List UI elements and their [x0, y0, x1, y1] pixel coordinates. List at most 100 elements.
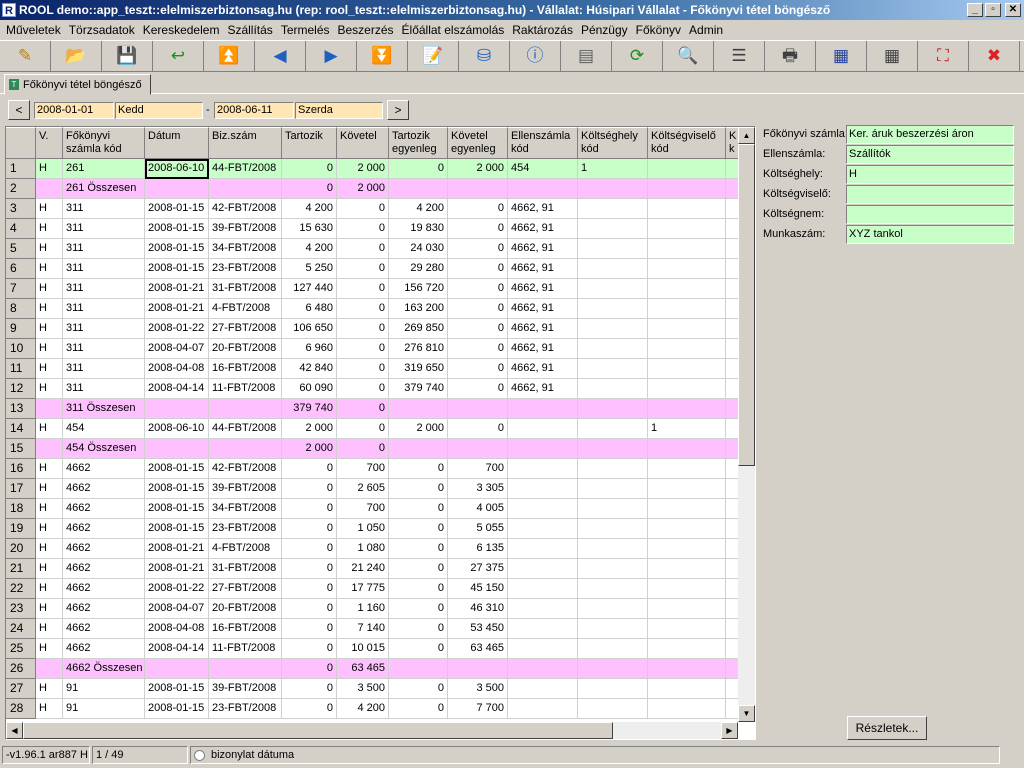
cell[interactable] [508, 539, 578, 559]
cell[interactable] [578, 359, 648, 379]
cell[interactable]: 454 [508, 159, 578, 179]
cell[interactable]: 4662 [63, 559, 145, 579]
cell[interactable]: 2008-06-10 [145, 419, 209, 439]
cell[interactable]: 0 [282, 499, 337, 519]
cell[interactable]: 4662, 91 [508, 339, 578, 359]
table-row[interactable]: 1 H 261 2008-06-10 44-FBT/2008 0 2 000 0 2 000 45… [6, 159, 755, 179]
cell[interactable]: H [36, 339, 63, 359]
cell[interactable]: 34-FBT/2008 [209, 499, 282, 519]
table-row[interactable]: 27 H 91 2008-01-15 39-FBT/2008 0 3 500 0 3 500 [6, 679, 755, 699]
cell[interactable]: 0 [448, 339, 508, 359]
cell[interactable]: 0 [282, 559, 337, 579]
cell[interactable]: 261 Összesen [63, 179, 145, 199]
table-row[interactable]: 11 H 311 2008-04-08 16-FBT/2008 42 840 0 319 65… [6, 359, 755, 379]
cell[interactable] [648, 199, 726, 219]
cell[interactable] [648, 379, 726, 399]
cell[interactable] [508, 639, 578, 659]
cell[interactable]: 0 [448, 419, 508, 439]
cell[interactable]: 0 [282, 159, 337, 179]
cell[interactable]: H [36, 499, 63, 519]
cell[interactable]: 4-FBT/2008 [209, 539, 282, 559]
cell[interactable]: 11-FBT/2008 [209, 639, 282, 659]
cell[interactable]: 21 240 [337, 559, 389, 579]
horizontal-scrollbar[interactable]: ◀ ▶ [6, 722, 738, 739]
cell[interactable]: 700 [337, 459, 389, 479]
cell[interactable]: 4662 [63, 539, 145, 559]
cell[interactable] [36, 659, 63, 679]
cell[interactable]: 2 000 [448, 159, 508, 179]
column-header-1[interactable]: V. [36, 127, 63, 159]
close-window-button[interactable]: ✕ [1005, 3, 1021, 17]
cell[interactable]: 2008-01-15 [145, 479, 209, 499]
first-record-button[interactable]: ⏫ [204, 41, 255, 71]
cell[interactable]: 106 650 [282, 319, 337, 339]
cell[interactable]: 11-FBT/2008 [209, 379, 282, 399]
cell[interactable]: 29 280 [389, 259, 448, 279]
table-row[interactable]: 18 H 4662 2008-01-15 34-FBT/2008 0 700 0 4 005 [6, 499, 755, 519]
cell[interactable] [508, 499, 578, 519]
cell[interactable] [448, 439, 508, 459]
cell[interactable]: 23-FBT/2008 [209, 699, 282, 719]
cell[interactable]: 7 700 [448, 699, 508, 719]
cell[interactable]: H [36, 539, 63, 559]
cell[interactable]: H [36, 239, 63, 259]
cell[interactable]: 16-FBT/2008 [209, 619, 282, 639]
table-row[interactable]: 22 H 4662 2008-01-22 27-FBT/2008 0 17 775 0 45 1… [6, 579, 755, 599]
cell[interactable]: 27 375 [448, 559, 508, 579]
menu-item-0[interactable]: Műveletek [2, 23, 65, 37]
table-row[interactable]: 9 H 311 2008-01-22 27-FBT/2008 106 650 0 269 85… [6, 319, 755, 339]
cell[interactable]: 0 [448, 319, 508, 339]
cell[interactable]: 1 050 [337, 519, 389, 539]
cell[interactable]: 4662, 91 [508, 239, 578, 259]
cell[interactable]: 0 [389, 479, 448, 499]
cell[interactable]: H [36, 619, 63, 639]
cell[interactable]: 700 [337, 499, 389, 519]
cell[interactable] [508, 599, 578, 619]
cell[interactable]: 42-FBT/2008 [209, 459, 282, 479]
table-columns-button[interactable]: ▦ [867, 41, 918, 71]
cell[interactable]: 4 200 [337, 699, 389, 719]
menu-item-4[interactable]: Termelés [277, 23, 334, 37]
cell[interactable] [578, 259, 648, 279]
cell[interactable]: 4662 [63, 599, 145, 619]
cell[interactable] [145, 659, 209, 679]
cell[interactable]: 454 Összesen [63, 439, 145, 459]
column-header-7[interactable]: Tartozik egyenleg [389, 127, 448, 159]
cell[interactable]: 4662 [63, 499, 145, 519]
column-header-10[interactable]: Költséghely kód [578, 127, 648, 159]
cell[interactable]: 10 015 [337, 639, 389, 659]
cell[interactable]: 0 [389, 159, 448, 179]
detail-value[interactable]: Ker. áruk beszerzési áron [846, 125, 1014, 144]
cell[interactable]: 1 160 [337, 599, 389, 619]
cell[interactable]: 42-FBT/2008 [209, 199, 282, 219]
scroll-up-icon[interactable]: ▲ [738, 127, 755, 144]
cell[interactable] [578, 639, 648, 659]
cell[interactable]: 261 [63, 159, 145, 179]
cell[interactable]: 0 [337, 259, 389, 279]
cell[interactable] [648, 639, 726, 659]
cell[interactable] [648, 499, 726, 519]
cell[interactable]: H [36, 419, 63, 439]
cell[interactable] [648, 239, 726, 259]
cell[interactable]: H [36, 579, 63, 599]
cell[interactable] [578, 379, 648, 399]
database-button[interactable]: ⛁ [459, 41, 510, 71]
cell[interactable]: 4662 [63, 519, 145, 539]
column-header-11[interactable]: Költségviselő kód [648, 127, 726, 159]
cell[interactable] [648, 599, 726, 619]
cell[interactable]: 4662, 91 [508, 379, 578, 399]
cell[interactable]: 7 140 [337, 619, 389, 639]
cell[interactable]: 1 [648, 419, 726, 439]
cell[interactable]: 0 [448, 239, 508, 259]
cell[interactable] [389, 179, 448, 199]
table-row[interactable]: 24 H 4662 2008-04-08 16-FBT/2008 0 7 140 0 53 45… [6, 619, 755, 639]
cell[interactable]: H [36, 359, 63, 379]
detail-value[interactable]: H [846, 165, 1014, 184]
menu-item-8[interactable]: Pénzügy [577, 23, 632, 37]
cell[interactable] [578, 679, 648, 699]
cell[interactable] [648, 159, 726, 179]
cell[interactable]: 4662, 91 [508, 319, 578, 339]
cell[interactable]: 0 [282, 639, 337, 659]
cell[interactable] [578, 439, 648, 459]
cell[interactable]: 311 [63, 379, 145, 399]
